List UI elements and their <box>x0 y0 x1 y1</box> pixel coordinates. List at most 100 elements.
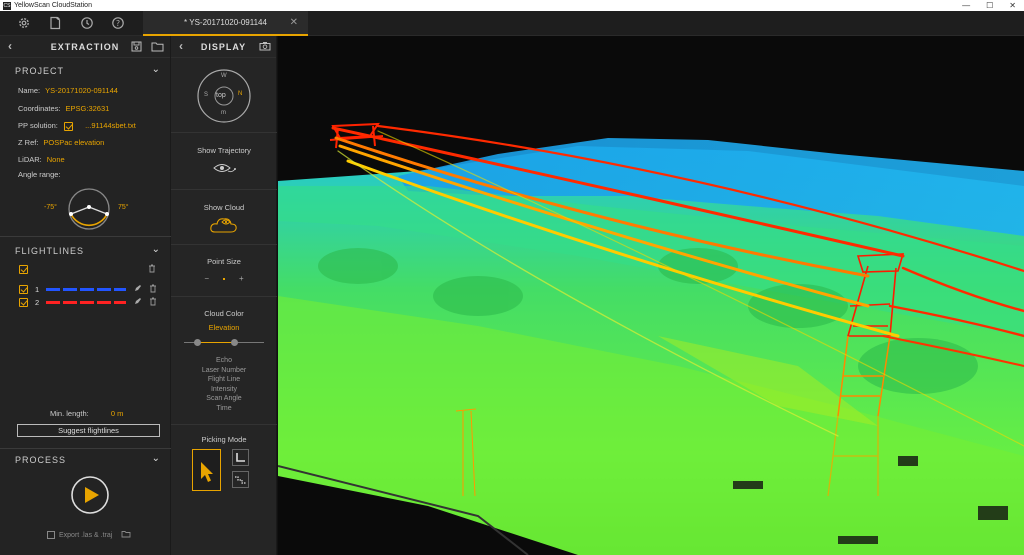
flightlines-section-title: FLIGHTLINES <box>15 246 85 256</box>
cursor-arrow-icon <box>201 462 213 482</box>
edit-pencil-icon[interactable] <box>134 297 142 307</box>
screenshot-camera-icon[interactable] <box>259 41 271 53</box>
tab-close-icon[interactable]: ✕ <box>290 17 298 28</box>
compass-m[interactable]: m <box>221 110 226 116</box>
zref-row: Z Ref: POSPac elevation <box>18 138 104 147</box>
compass-top[interactable]: top <box>216 92 226 99</box>
run-process-button[interactable] <box>70 475 110 515</box>
back-chevron-icon[interactable]: ‹ <box>8 39 13 53</box>
flightline-row[interactable]: 1 <box>19 284 159 295</box>
project-name-row: Name: YS-20171020-091144 <box>18 86 118 95</box>
color-option-echo[interactable]: Echo <box>171 356 277 366</box>
view-compass[interactable]: top W N S m <box>196 68 252 124</box>
min-length-value[interactable]: 0 m <box>111 409 124 418</box>
chevron-down-icon[interactable]: ⌄ <box>152 453 161 464</box>
save-icon[interactable] <box>131 41 142 54</box>
edit-pencil-icon[interactable] <box>134 284 142 294</box>
slider-handle[interactable] <box>231 339 238 346</box>
process-section-header[interactable]: PROCESS ⌄ <box>0 451 171 469</box>
angle-measure-icon <box>236 453 245 462</box>
flightline-2-checkbox[interactable] <box>19 298 28 307</box>
flightline-1-checkbox[interactable] <box>19 285 28 294</box>
display-panel: ‹ DISPLAY top W N S m Show Trajectory Sh… <box>171 36 277 555</box>
flightline-row[interactable]: 2 <box>19 297 159 308</box>
svg-text:?: ? <box>116 19 120 28</box>
compass-s[interactable]: S <box>204 92 208 98</box>
project-section-header[interactable]: PROJECT ⌄ <box>0 62 171 80</box>
divider <box>0 236 171 237</box>
trash-icon[interactable] <box>149 284 157 295</box>
chevron-down-icon[interactable]: ⌄ <box>152 64 161 75</box>
chevron-down-icon[interactable]: ⌄ <box>152 244 161 255</box>
open-folder-icon[interactable] <box>151 41 164 54</box>
min-length-label: Min. length: <box>50 409 89 418</box>
flightline-2-number: 2 <box>35 298 40 307</box>
lidar-value[interactable]: None <box>47 155 65 164</box>
title-bar: CS YellowScan CloudStation — ☐ ✕ <box>0 0 1024 11</box>
extraction-header: ‹ EXTRACTION <box>0 36 170 58</box>
flightline-1-swatch <box>46 288 126 291</box>
new-project-icon[interactable] <box>47 15 63 31</box>
profile-measure-icon <box>235 476 246 484</box>
cloud-eye-icon[interactable] <box>171 214 277 238</box>
export-checkbox[interactable] <box>47 531 55 539</box>
export-folder-icon[interactable] <box>121 530 131 540</box>
main-toolbar: ? * YS-20171020-091144 ✕ <box>0 11 1024 36</box>
pointer-mode-button[interactable] <box>192 449 221 491</box>
minimize-button[interactable]: — <box>962 1 970 10</box>
export-label: Export .las & .traj <box>59 531 113 539</box>
settings-gear-icon[interactable] <box>16 15 32 31</box>
lidar-label: LiDAR: <box>18 155 42 164</box>
angle-range-dial[interactable] <box>66 186 112 232</box>
compass-n[interactable]: N <box>238 91 242 97</box>
tab-project[interactable]: * YS-20171020-091144 ✕ <box>143 11 308 36</box>
pp-solution-label: PP solution: <box>18 121 58 130</box>
delete-all-trash-icon[interactable] <box>148 264 156 275</box>
color-option-laser-number[interactable]: Laser Number <box>171 366 277 376</box>
compass-w[interactable]: W <box>221 73 227 79</box>
help-icon[interactable]: ? <box>110 15 126 31</box>
back-chevron-icon[interactable]: ‹ <box>179 39 184 53</box>
point-cloud-render <box>278 122 1024 555</box>
trash-icon[interactable] <box>149 297 157 308</box>
angle-max-value: 75° <box>118 204 129 211</box>
close-window-button[interactable]: ✕ <box>1009 1 1016 10</box>
divider <box>0 448 171 449</box>
coordinates-value[interactable]: EPSG:32631 <box>66 104 110 113</box>
show-trajectory-block[interactable]: Show Trajectory <box>171 133 277 190</box>
extraction-title: EXTRACTION <box>50 41 120 52</box>
measure-distance-button[interactable] <box>232 449 249 466</box>
point-size-block: Point Size − + <box>171 245 277 297</box>
app-logo-icon: CS <box>3 1 11 10</box>
coordinates-row: Coordinates: EPSG:32631 <box>18 104 109 113</box>
suggest-flightlines-button[interactable]: Suggest flightlines <box>17 424 160 437</box>
show-cloud-block[interactable]: Show Cloud <box>171 190 277 245</box>
maximize-button[interactable]: ☐ <box>986 1 993 10</box>
color-option-flight-line[interactable]: Flight Line <box>171 375 277 385</box>
color-option-intensity[interactable]: Intensity <box>171 385 277 395</box>
zref-value[interactable]: POSPac elevation <box>43 138 104 147</box>
pp-solution-checkbox[interactable] <box>63 121 73 131</box>
trajectory-eye-icon[interactable] <box>171 162 277 176</box>
flightline-1-number: 1 <box>35 285 40 294</box>
cloud-color-slider[interactable] <box>184 338 264 348</box>
pp-solution-row: PP solution: ...91144sbet.txt <box>18 121 136 131</box>
picking-mode-block: Picking Mode <box>171 425 277 555</box>
cloud-color-block: Cloud Color Elevation Echo Laser Number … <box>171 297 277 425</box>
color-option-scan-angle[interactable]: Scan Angle <box>171 394 277 404</box>
point-cloud-viewport[interactable] <box>278 36 1024 555</box>
pp-solution-value[interactable]: ...91144sbet.txt <box>85 121 136 130</box>
point-size-increase-button[interactable]: + <box>239 274 244 283</box>
point-size-decrease-button[interactable]: − <box>204 274 209 283</box>
angle-range-row: Angle range: <box>18 170 61 179</box>
display-header: ‹ DISPLAY <box>171 36 276 58</box>
picking-mode-label: Picking Mode <box>201 435 247 444</box>
cloud-color-value[interactable]: Elevation <box>171 323 277 332</box>
flightlines-section-header[interactable]: FLIGHTLINES ⌄ <box>0 242 171 260</box>
show-trajectory-label: Show Trajectory <box>197 146 251 155</box>
color-option-time[interactable]: Time <box>171 404 277 414</box>
slider-handle[interactable] <box>194 339 201 346</box>
history-clock-icon[interactable] <box>79 15 95 31</box>
measure-profile-button[interactable] <box>232 471 249 488</box>
select-all-flightlines-checkbox[interactable] <box>19 265 28 274</box>
